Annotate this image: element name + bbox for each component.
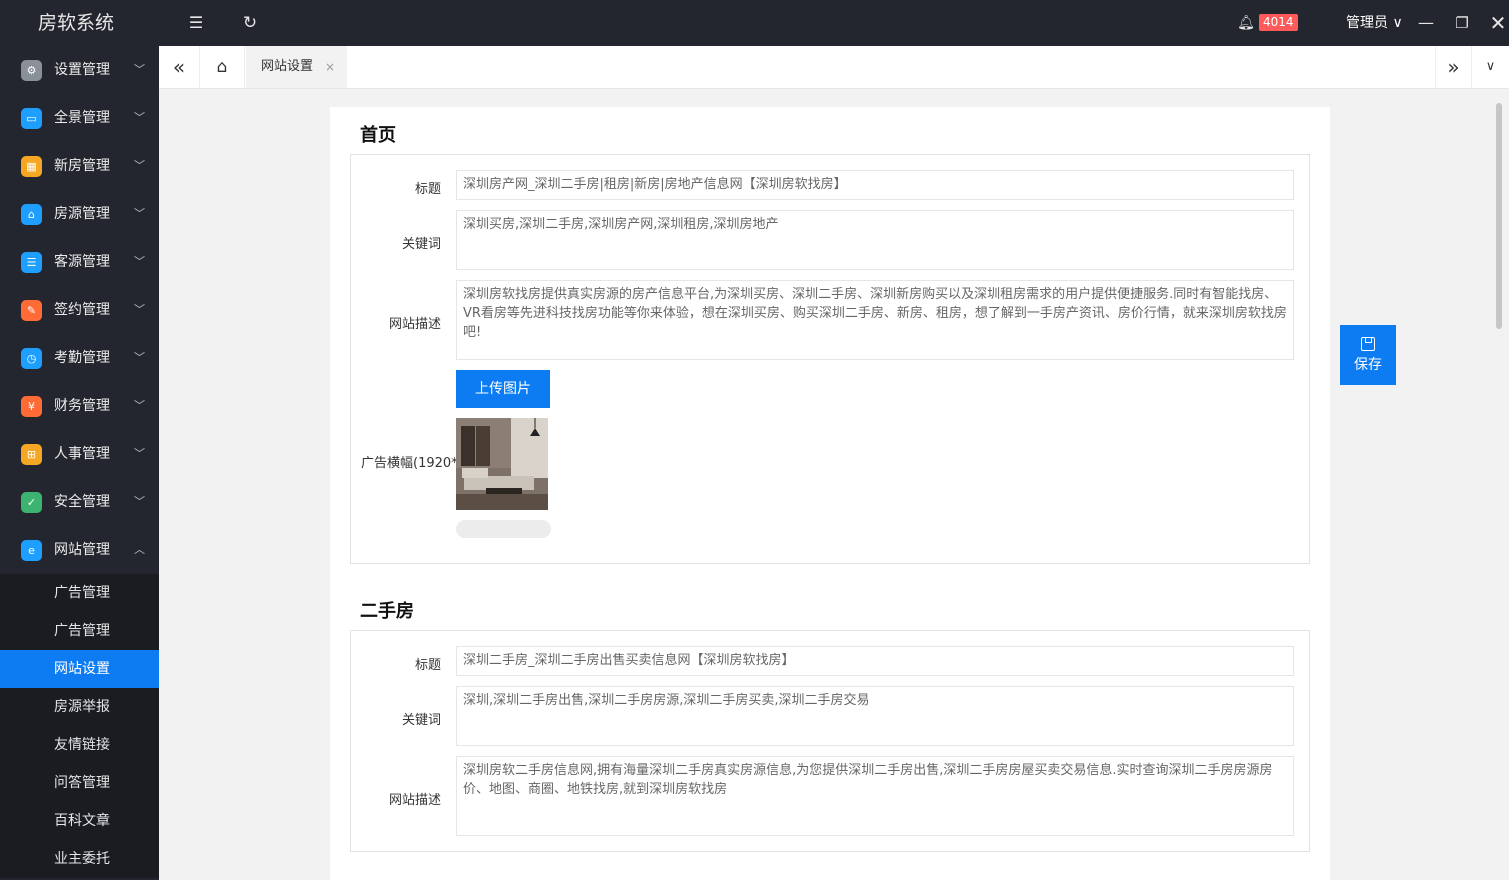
- building-icon: ▦: [21, 156, 42, 177]
- bell-icon[interactable]: 🔔︎: [1236, 0, 1256, 46]
- upload-image-button[interactable]: 上传图片: [456, 370, 550, 408]
- sidebar-item[interactable]: ◷ 考勤管理 ﹀: [0, 334, 159, 382]
- website-submenu: 广告管理 广告管理 网站设置 房源举报 友情链接 问答管理 百科文章 业主委托: [0, 574, 159, 878]
- tab-scroll-left-icon[interactable]: «: [159, 46, 200, 88]
- sidebar-item[interactable]: ⚙ 设置管理 ﹀: [0, 46, 159, 94]
- panorama-icon: ▭: [21, 108, 42, 129]
- chevron-down-icon: ﹀: [134, 447, 145, 460]
- sidebar-subitem[interactable]: 房源举报: [0, 688, 159, 726]
- image-progress-bar: [456, 520, 551, 538]
- contract-icon: ✎: [21, 300, 42, 321]
- secondhand-keywords-label: 关键词: [401, 713, 441, 728]
- chevron-down-icon: ﹀: [134, 303, 145, 316]
- settings-form: 首页 标题 深圳房产网_深圳二手房|租房|新房|房地产信息网【深圳房软找房】 关…: [330, 107, 1330, 880]
- sidebar-subitem[interactable]: 广告管理: [0, 574, 159, 612]
- banner-label: 广告横幅(1920*: [361, 456, 457, 471]
- tab-scroll-right-icon[interactable]: »: [1435, 46, 1472, 88]
- home-fieldset: 标题 深圳房产网_深圳二手房|租房|新房|房地产信息网【深圳房软找房】 关键词 …: [350, 154, 1310, 564]
- sidebar-item-label: 客源管理: [54, 254, 110, 270]
- sidebar-item-label: 房源管理: [54, 206, 110, 222]
- home-icon[interactable]: ⌂: [200, 46, 245, 88]
- sidebar-item[interactable]: ✓ 安全管理 ﹀: [0, 478, 159, 526]
- save-icon: [1361, 337, 1375, 351]
- sidebar-subitem[interactable]: 百科文章: [0, 802, 159, 840]
- browser-icon: e: [21, 540, 42, 561]
- clock-icon: ◷: [21, 348, 42, 369]
- chevron-down-icon: ﹀: [134, 63, 145, 76]
- sidebar-item[interactable]: ☰ 客源管理 ﹀: [0, 238, 159, 286]
- home-keywords-textarea[interactable]: 深圳买房,深圳二手房,深圳房产网,深圳租房,深圳房地产: [456, 210, 1294, 270]
- sidebar-item-label: 人事管理: [54, 446, 110, 462]
- home-description-label: 网站描述: [388, 317, 441, 332]
- sidebar-item[interactable]: ¥ 财务管理 ﹀: [0, 382, 159, 430]
- sidebar-item[interactable]: ▭ 全景管理 ﹀: [0, 94, 159, 142]
- sidebar-item-label: 网站管理: [54, 542, 110, 558]
- sidebar: ⚙ 设置管理 ﹀ ▭ 全景管理 ﹀ ▦ 新房管理 ﹀ ⌂ 房源管理 ﹀ ☰ 客源管理 ﹀ ✎ 签约管理 ﹀ ◷ 考勤管…: [0, 46, 159, 880]
- sidebar-subitem[interactable]: 广告管理: [0, 612, 159, 650]
- sidebar-item-label: 财务管理: [54, 398, 110, 414]
- org-icon: ⊞: [21, 444, 42, 465]
- tab-label: 网站设置: [261, 59, 314, 74]
- save-label: 保存: [1354, 357, 1382, 373]
- home-title-label: 标题: [414, 182, 441, 197]
- secondhand-title-label: 标题: [414, 658, 441, 673]
- minimize-icon[interactable]: —: [1414, 0, 1438, 46]
- customer-icon: ☰: [21, 252, 42, 273]
- secondhand-title-input[interactable]: 深圳二手房_深圳二手房出售买卖信息网【深圳房软找房】: [456, 646, 1294, 676]
- sidebar-item[interactable]: ⌂ 房源管理 ﹀: [0, 190, 159, 238]
- sidebar-item-label: 签约管理: [54, 302, 110, 318]
- save-button[interactable]: 保存: [1340, 325, 1396, 385]
- app-logo: 房软系统: [38, 12, 115, 34]
- tab-website-settings[interactable]: 网站设置 ×: [246, 46, 347, 88]
- sidebar-item-label: 设置管理: [54, 62, 110, 78]
- tab-bar: « ⌂ 网站设置 × » ∨: [159, 46, 1509, 89]
- tab-options-chevron-down-icon[interactable]: ∨: [1472, 46, 1509, 88]
- secondhand-description-label: 网站描述: [388, 793, 441, 808]
- sidebar-subitem[interactable]: 业主委托: [0, 840, 159, 878]
- chevron-down-icon: ﹀: [134, 495, 145, 508]
- restore-icon[interactable]: ❐: [1450, 0, 1474, 46]
- refresh-icon[interactable]: ↻: [238, 0, 262, 46]
- section-title-secondhand: 二手房: [360, 601, 414, 622]
- shield-icon: ✓: [21, 492, 42, 513]
- scrollbar-thumb[interactable]: [1496, 103, 1502, 329]
- menu-toggle-icon[interactable]: ☰: [184, 0, 208, 46]
- chevron-down-icon: ﹀: [134, 399, 145, 412]
- close-icon[interactable]: ✕: [1486, 0, 1509, 46]
- home-description-textarea[interactable]: 深圳房软找房提供真实房源的房产信息平台,为深圳买房、深圳二手房、深圳新房购买以及…: [456, 280, 1294, 360]
- chevron-down-icon: ﹀: [134, 111, 145, 124]
- section-title-home: 首页: [360, 125, 396, 146]
- tab-close-icon[interactable]: ×: [325, 46, 335, 88]
- main-content: 首页 标题 深圳房产网_深圳二手房|租房|新房|房地产信息网【深圳房软找房】 关…: [159, 89, 1509, 880]
- sidebar-item[interactable]: ▦ 新房管理 ﹀: [0, 142, 159, 190]
- sidebar-subitem[interactable]: 网站设置: [0, 650, 159, 688]
- sidebar-item-label: 新房管理: [54, 158, 110, 174]
- sidebar-item-label: 全景管理: [54, 110, 110, 126]
- secondhand-keywords-textarea[interactable]: 深圳,深圳二手房出售,深圳二手房房源,深圳二手房买卖,深圳二手房交易: [456, 686, 1294, 746]
- chevron-down-icon: ﹀: [134, 159, 145, 172]
- home-title-input[interactable]: 深圳房产网_深圳二手房|租房|新房|房地产信息网【深圳房软找房】: [456, 170, 1294, 200]
- user-menu[interactable]: 管理员 ∨: [1346, 0, 1403, 46]
- top-bar: 房软系统 ☰ ↻ 🔔︎ 4014 管理员 ∨ — ❐ ✕: [0, 0, 1509, 46]
- chevron-down-icon: ﹀: [134, 351, 145, 364]
- sidebar-item[interactable]: ✎ 签约管理 ﹀: [0, 286, 159, 334]
- chevron-down-icon: ﹀: [134, 255, 145, 268]
- finance-icon: ¥: [21, 396, 42, 417]
- sidebar-item[interactable]: ⊞ 人事管理 ﹀: [0, 430, 159, 478]
- sidebar-subitem[interactable]: 友情链接: [0, 726, 159, 764]
- sidebar-item[interactable]: e 网站管理 ︿: [0, 526, 159, 574]
- banner-image: [456, 418, 548, 510]
- home-keywords-label: 关键词: [401, 237, 441, 252]
- house-icon: ⌂: [21, 204, 42, 225]
- sidebar-subitem[interactable]: 问答管理: [0, 764, 159, 802]
- secondhand-description-textarea[interactable]: 深圳房软二手房信息网,拥有海量深圳二手房真实房源信息,为您提供深圳二手房出售,深…: [456, 756, 1294, 836]
- chevron-up-icon: ︿: [134, 543, 145, 556]
- scrollbar[interactable]: [1494, 99, 1504, 880]
- chevron-down-icon: ﹀: [134, 207, 145, 220]
- notification-badge[interactable]: 4014: [1259, 14, 1298, 31]
- sidebar-item-label: 安全管理: [54, 494, 110, 510]
- secondhand-fieldset: 标题 深圳二手房_深圳二手房出售买卖信息网【深圳房软找房】 关键词 深圳,深圳二…: [350, 630, 1310, 852]
- sidebar-item-label: 考勤管理: [54, 350, 110, 366]
- gear-icon: ⚙: [21, 60, 42, 81]
